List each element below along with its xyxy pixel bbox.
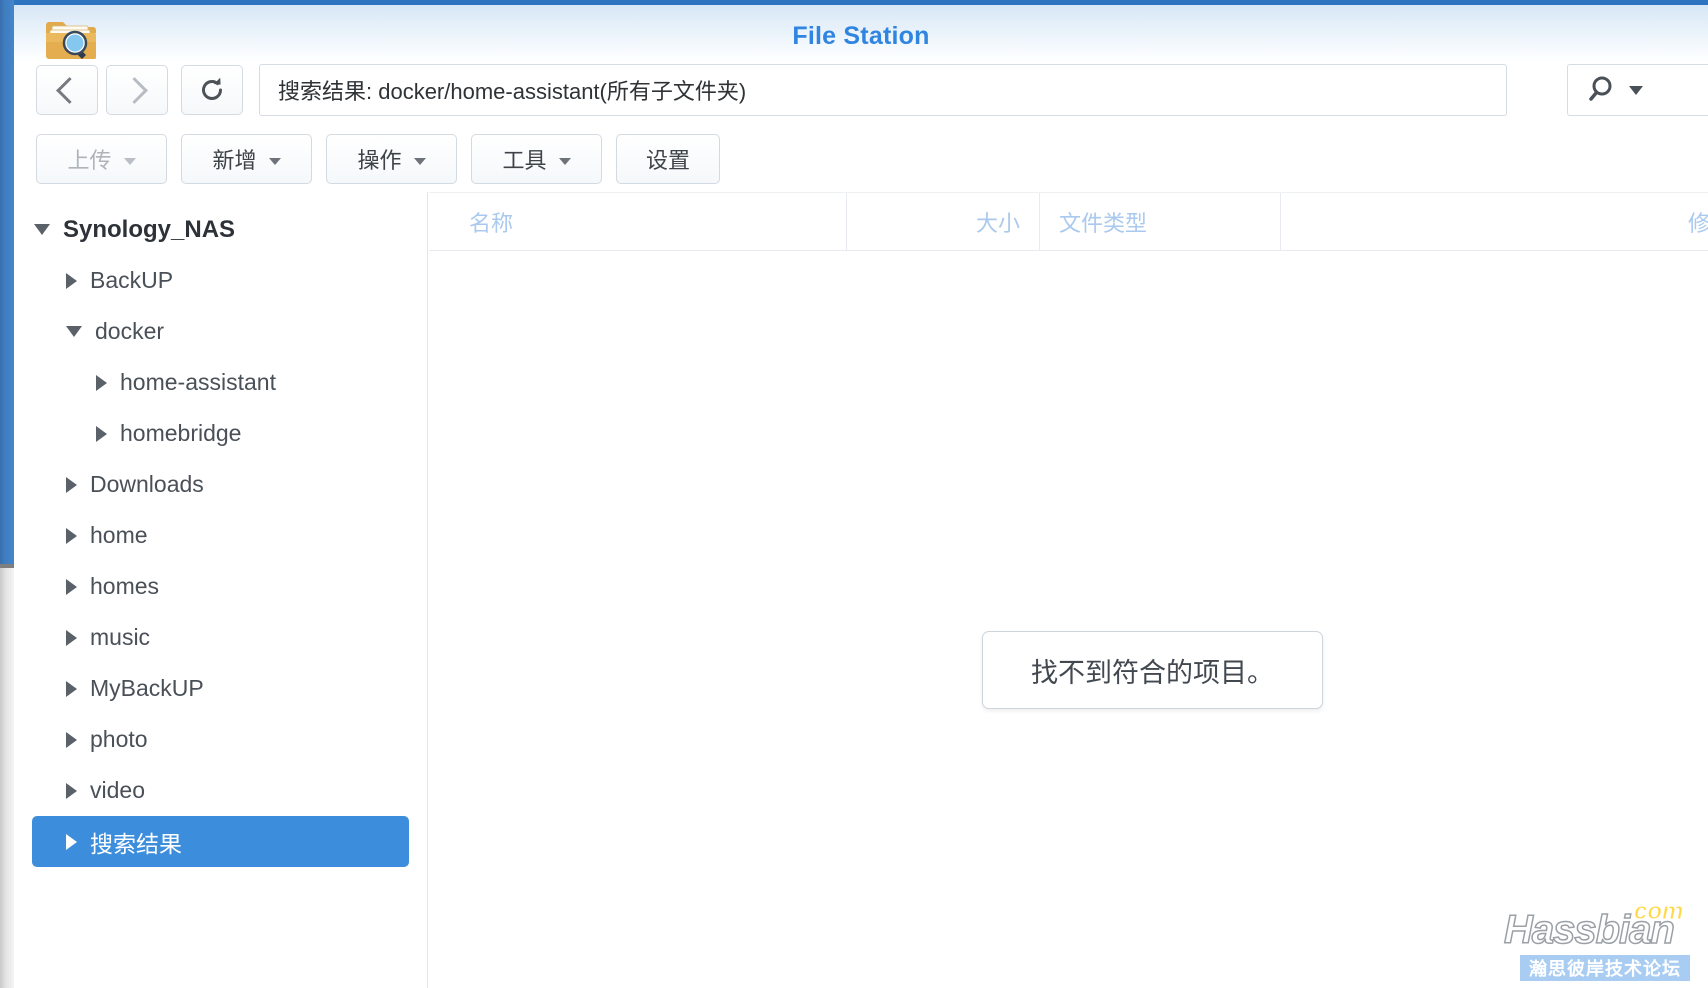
triangle-right-icon[interactable] — [66, 272, 77, 289]
tree-item-label: Synology_NAS — [63, 215, 236, 243]
triangle-down-icon[interactable] — [34, 224, 50, 235]
tree-item-music[interactable]: music — [14, 612, 427, 663]
tree-item--[interactable]: 搜索结果 — [32, 816, 409, 867]
tree-item-label: video — [90, 777, 145, 803]
chevron-down-icon — [558, 157, 571, 165]
triangle-right-icon[interactable] — [66, 527, 77, 544]
tools-button[interactable]: 工具 — [471, 134, 602, 184]
empty-result-message: 找不到符合的项目。 — [982, 631, 1323, 709]
refresh-button[interactable] — [181, 65, 243, 115]
folder-tree-sidebar[interactable]: Synology_NAS BackUP docker home-assistant ho… — [14, 192, 428, 988]
chevron-down-icon — [1629, 85, 1643, 95]
tree-item-label: homebridge — [120, 420, 242, 446]
search-icon — [1589, 76, 1612, 101]
back-button[interactable] — [36, 65, 98, 115]
triangle-right-icon[interactable] — [66, 782, 77, 799]
tree-item-label: home-assistant — [120, 369, 276, 395]
column-header-modified-label: 修改 — [1687, 210, 1708, 236]
triangle-right-icon[interactable] — [66, 476, 77, 493]
tree-item-label: docker — [95, 318, 165, 344]
triangle-down-icon[interactable] — [66, 326, 82, 337]
window-left-edge-gray — [0, 568, 14, 988]
refresh-icon — [202, 77, 222, 100]
tree-item-downloads[interactable]: Downloads — [14, 459, 427, 510]
column-header-name[interactable]: 名称 — [429, 193, 846, 250]
toolbar: 上传 新增 操作 工具 设置 — [14, 126, 1708, 192]
tools-button-label: 工具 — [502, 148, 547, 173]
chevron-right-icon — [121, 76, 148, 104]
tree-item-label: Downloads — [90, 471, 204, 497]
triangle-right-icon[interactable] — [96, 425, 107, 442]
new-button[interactable]: 新增 — [181, 134, 312, 184]
tree-item-label: homes — [90, 573, 160, 599]
triangle-right-icon[interactable] — [66, 833, 77, 850]
tree-item-docker[interactable]: docker — [14, 306, 427, 357]
tree-item-label: photo — [90, 726, 148, 752]
new-button-label: 新增 — [212, 148, 257, 173]
column-header-size-label: 大小 — [975, 210, 1020, 236]
action-button[interactable]: 操作 — [326, 134, 457, 184]
path-input[interactable]: 搜索结果: docker/home-assistant(所有子文件夹) — [259, 64, 1507, 116]
triangle-right-icon[interactable] — [66, 731, 77, 748]
column-header-name-label: 名称 — [469, 210, 514, 236]
upload-button-label: 上传 — [67, 148, 112, 173]
settings-button-label: 设置 — [645, 148, 690, 173]
window-left-edge-blue — [0, 0, 14, 564]
forward-button[interactable] — [106, 65, 168, 115]
triangle-right-icon[interactable] — [66, 578, 77, 595]
file-station-window: File Station 搜索结果: docker/home-assistant… — [0, 0, 1708, 988]
tree-item-homes[interactable]: homes — [14, 561, 427, 612]
chevron-down-icon — [268, 157, 281, 165]
triangle-right-icon[interactable] — [96, 374, 107, 391]
title-bar: File Station — [14, 0, 1708, 62]
action-button-label: 操作 — [357, 148, 402, 173]
triangle-right-icon[interactable] — [66, 680, 77, 697]
tree-item-label: BackUP — [90, 267, 174, 293]
tree-item-homebridge[interactable]: homebridge — [14, 408, 427, 459]
triangle-right-icon[interactable] — [66, 629, 77, 646]
tree-item-label: 搜索结果 — [90, 830, 182, 857]
search-input[interactable] — [1567, 64, 1708, 116]
chevron-down-icon — [413, 157, 426, 165]
sidebar-top-spacer — [14, 192, 427, 204]
settings-button[interactable]: 设置 — [616, 134, 720, 184]
tree-item-label: MyBackUP — [90, 675, 204, 701]
tree-item-mybackup[interactable]: MyBackUP — [14, 663, 427, 714]
column-header-filetype-label: 文件类型 — [1059, 210, 1148, 236]
tree-item-synology-nas[interactable]: Synology_NAS — [14, 204, 427, 255]
path-input-value: 搜索结果: docker/home-assistant(所有子文件夹) — [278, 79, 747, 104]
empty-result-message-text: 找不到符合的项目。 — [1031, 657, 1274, 688]
tree-item-home-assistant[interactable]: home-assistant — [14, 357, 427, 408]
file-list-panel: 名称 大小 文件类型 修改 找不到符合的项目。 — [429, 192, 1708, 988]
window-title: File Station — [792, 22, 930, 50]
upload-button[interactable]: 上传 — [36, 134, 167, 184]
navigation-bar: 搜索结果: docker/home-assistant(所有子文件夹) — [14, 62, 1708, 126]
tree-item-video[interactable]: video — [14, 765, 427, 816]
tree-item-label: home — [90, 522, 148, 548]
tree-item-backup[interactable]: BackUP — [14, 255, 427, 306]
chevron-left-icon — [56, 76, 83, 104]
chevron-down-icon — [123, 157, 136, 165]
tree-item-home[interactable]: home — [14, 510, 427, 561]
tree-item-photo[interactable]: photo — [14, 714, 427, 765]
file-list-header: 名称 大小 文件类型 修改 — [429, 192, 1708, 251]
tree-item-label: music — [90, 624, 151, 650]
column-header-modified[interactable]: 修改 — [1280, 193, 1708, 250]
column-header-size[interactable]: 大小 — [846, 193, 1039, 250]
column-header-filetype[interactable]: 文件类型 — [1039, 193, 1280, 250]
